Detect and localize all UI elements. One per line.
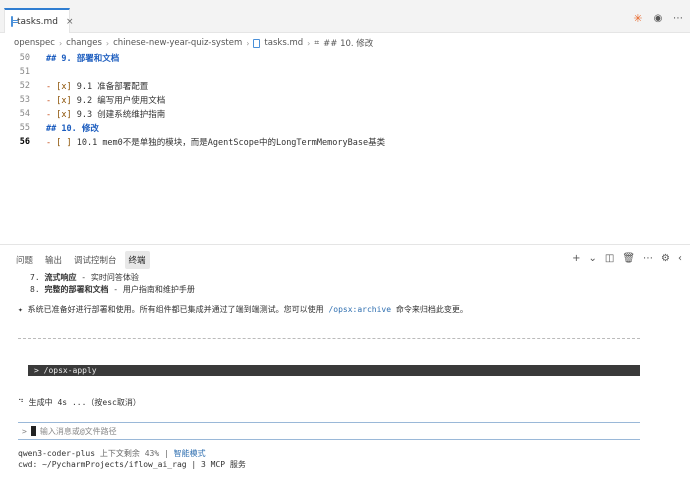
breadcrumb-item-openspec[interactable]: openspec	[14, 38, 55, 48]
line-text: - [x] 9.1 准备部署配置	[46, 82, 149, 92]
settings-icon[interactable]: ⚙	[661, 253, 670, 264]
list-text: - 实时问答体验	[76, 273, 139, 282]
chevron-right-icon: ›	[105, 38, 110, 48]
tab-terminal[interactable]: 终端	[124, 251, 150, 269]
line-text: - [ ] 10.1 mem0不是单独的模块，而是AgentScope中的Lon…	[46, 138, 386, 148]
preview-icon[interactable]: ◉	[652, 12, 664, 24]
breadcrumb-item-file[interactable]: tasks.md	[264, 38, 303, 48]
tab-tasks-md[interactable]: tasks.md ×	[4, 8, 74, 33]
split-terminal-icon[interactable]: ◫	[605, 253, 614, 264]
terminal-status-line: ✦ 系统已准备好进行部署和使用。所有组件都已集成并通过了端到端测试。您可以使用 …	[18, 304, 658, 315]
bottom-panel: 问题 输出 调试控制台 终端 + ⌄ ◫ 🗑 ⋯ ⚙ ‹ 7. 流式响应 - 实…	[0, 244, 690, 483]
message-input[interactable]: > 输入消息或@文件路径	[18, 422, 640, 440]
editor-line: 51	[0, 65, 690, 79]
status-text: ✦ 系统已准备好进行部署和使用。所有组件都已集成并通过了端到端测试。您可以使用	[18, 305, 329, 314]
add-terminal-icon[interactable]: +	[572, 253, 580, 264]
editor-line: 53 - [x] 9.2 编写用户使用文档	[0, 93, 690, 107]
list-bold-text: 流式响应	[44, 273, 77, 282]
chevron-left-icon[interactable]: ‹	[678, 253, 682, 264]
list-bold-text: 完整的部署和文档	[44, 285, 109, 294]
list-number: 8.	[30, 285, 45, 294]
tab-label: tasks.md	[17, 16, 58, 27]
chevron-right-icon: ›	[58, 38, 63, 48]
trash-icon[interactable]: 🗑	[622, 253, 635, 264]
tab-problems[interactable]: 问题	[12, 251, 37, 269]
editor-line: 54 - [x] 9.3 创建系统维护指南	[0, 107, 690, 121]
cwd-line: cwd: ~/PycharmProjects/iflow_ai_rag | 3 …	[18, 460, 246, 469]
input-prompt: >	[22, 426, 27, 436]
archive-command: /opsx:archive	[328, 305, 392, 314]
chevron-right-icon: ›	[307, 38, 311, 48]
model-name: qwen3-coder-plus	[18, 449, 96, 458]
editor-line: 55 ## 10. 修改	[0, 121, 690, 135]
breadcrumb-item-changes[interactable]: changes	[66, 38, 102, 48]
line-text: - [x] 9.3 创建系统维护指南	[46, 110, 166, 120]
editor-line: 50 ## 9. 部署和文档	[0, 51, 690, 65]
line-text: ## 10. 修改	[46, 124, 99, 134]
context-remaining: 上下文剩余 43% |	[95, 449, 174, 458]
model-status-line: qwen3-coder-plus 上下文剩余 43% | 智能模式	[18, 448, 658, 459]
line-number: 54	[19, 109, 30, 119]
editor-tabbar: tasks.md × ✳ ◉ ⋯	[0, 0, 690, 33]
line-number: 53	[19, 95, 30, 105]
generating-status: ⠙ 生成中 4s ...（按esc取消）	[18, 398, 141, 407]
line-number: 51	[19, 67, 30, 77]
breadcrumb-item-project[interactable]: chinese-new-year-quiz-system	[113, 38, 242, 48]
code-editor[interactable]: 50 ## 9. 部署和文档 51 52 - [x] 9.1 准备部署配置 53…	[0, 50, 690, 240]
terminal-line: 8. 完整的部署和文档 - 用户指南和维护手册	[18, 284, 658, 295]
line-number: 50	[19, 53, 30, 63]
command-history: > /opsx-apply	[28, 365, 640, 376]
cursor	[30, 426, 36, 436]
status-text: 命令来归档此变更。	[391, 305, 468, 314]
more-actions-icon[interactable]: ⋯	[643, 253, 653, 264]
breadcrumb-item-heading[interactable]: ## 10. 修改	[323, 37, 373, 49]
chevron-right-icon: ›	[246, 38, 250, 48]
divider	[18, 338, 640, 339]
markdown-file-icon	[11, 16, 18, 27]
chevron-down-icon[interactable]: ⌄	[588, 253, 596, 264]
editor-line: 52 - [x] 9.1 准备部署配置	[0, 79, 690, 93]
line-text: ## 9. 部署和文档	[46, 54, 120, 64]
line-number: 55	[19, 123, 30, 133]
close-icon[interactable]: ×	[66, 17, 74, 27]
list-text: - 用户指南和维护手册	[108, 285, 195, 294]
tab-debug-console[interactable]: 调试控制台	[70, 251, 121, 269]
breadcrumb: openspec › changes › chinese-new-year-qu…	[14, 37, 373, 49]
line-number: 52	[19, 81, 30, 91]
heading-symbol-icon: ⌗	[314, 38, 320, 48]
terminal-line: 7. 流式响应 - 实时问答体验	[18, 272, 658, 283]
tab-output[interactable]: 输出	[41, 251, 66, 269]
mode-label[interactable]: 智能模式	[174, 449, 206, 458]
input-placeholder: 输入消息或@文件路径	[39, 426, 117, 436]
editor-line-active: 56 - [ ] 10.1 mem0不是单独的模块，而是AgentScope中的…	[0, 135, 690, 149]
markdown-file-icon	[253, 38, 261, 48]
line-text: - [x] 9.2 编写用户使用文档	[46, 96, 166, 106]
ai-assistant-icon[interactable]: ✳	[632, 12, 644, 25]
list-number: 7.	[30, 273, 45, 282]
line-number: 56	[19, 137, 30, 147]
more-actions-icon[interactable]: ⋯	[672, 12, 684, 24]
